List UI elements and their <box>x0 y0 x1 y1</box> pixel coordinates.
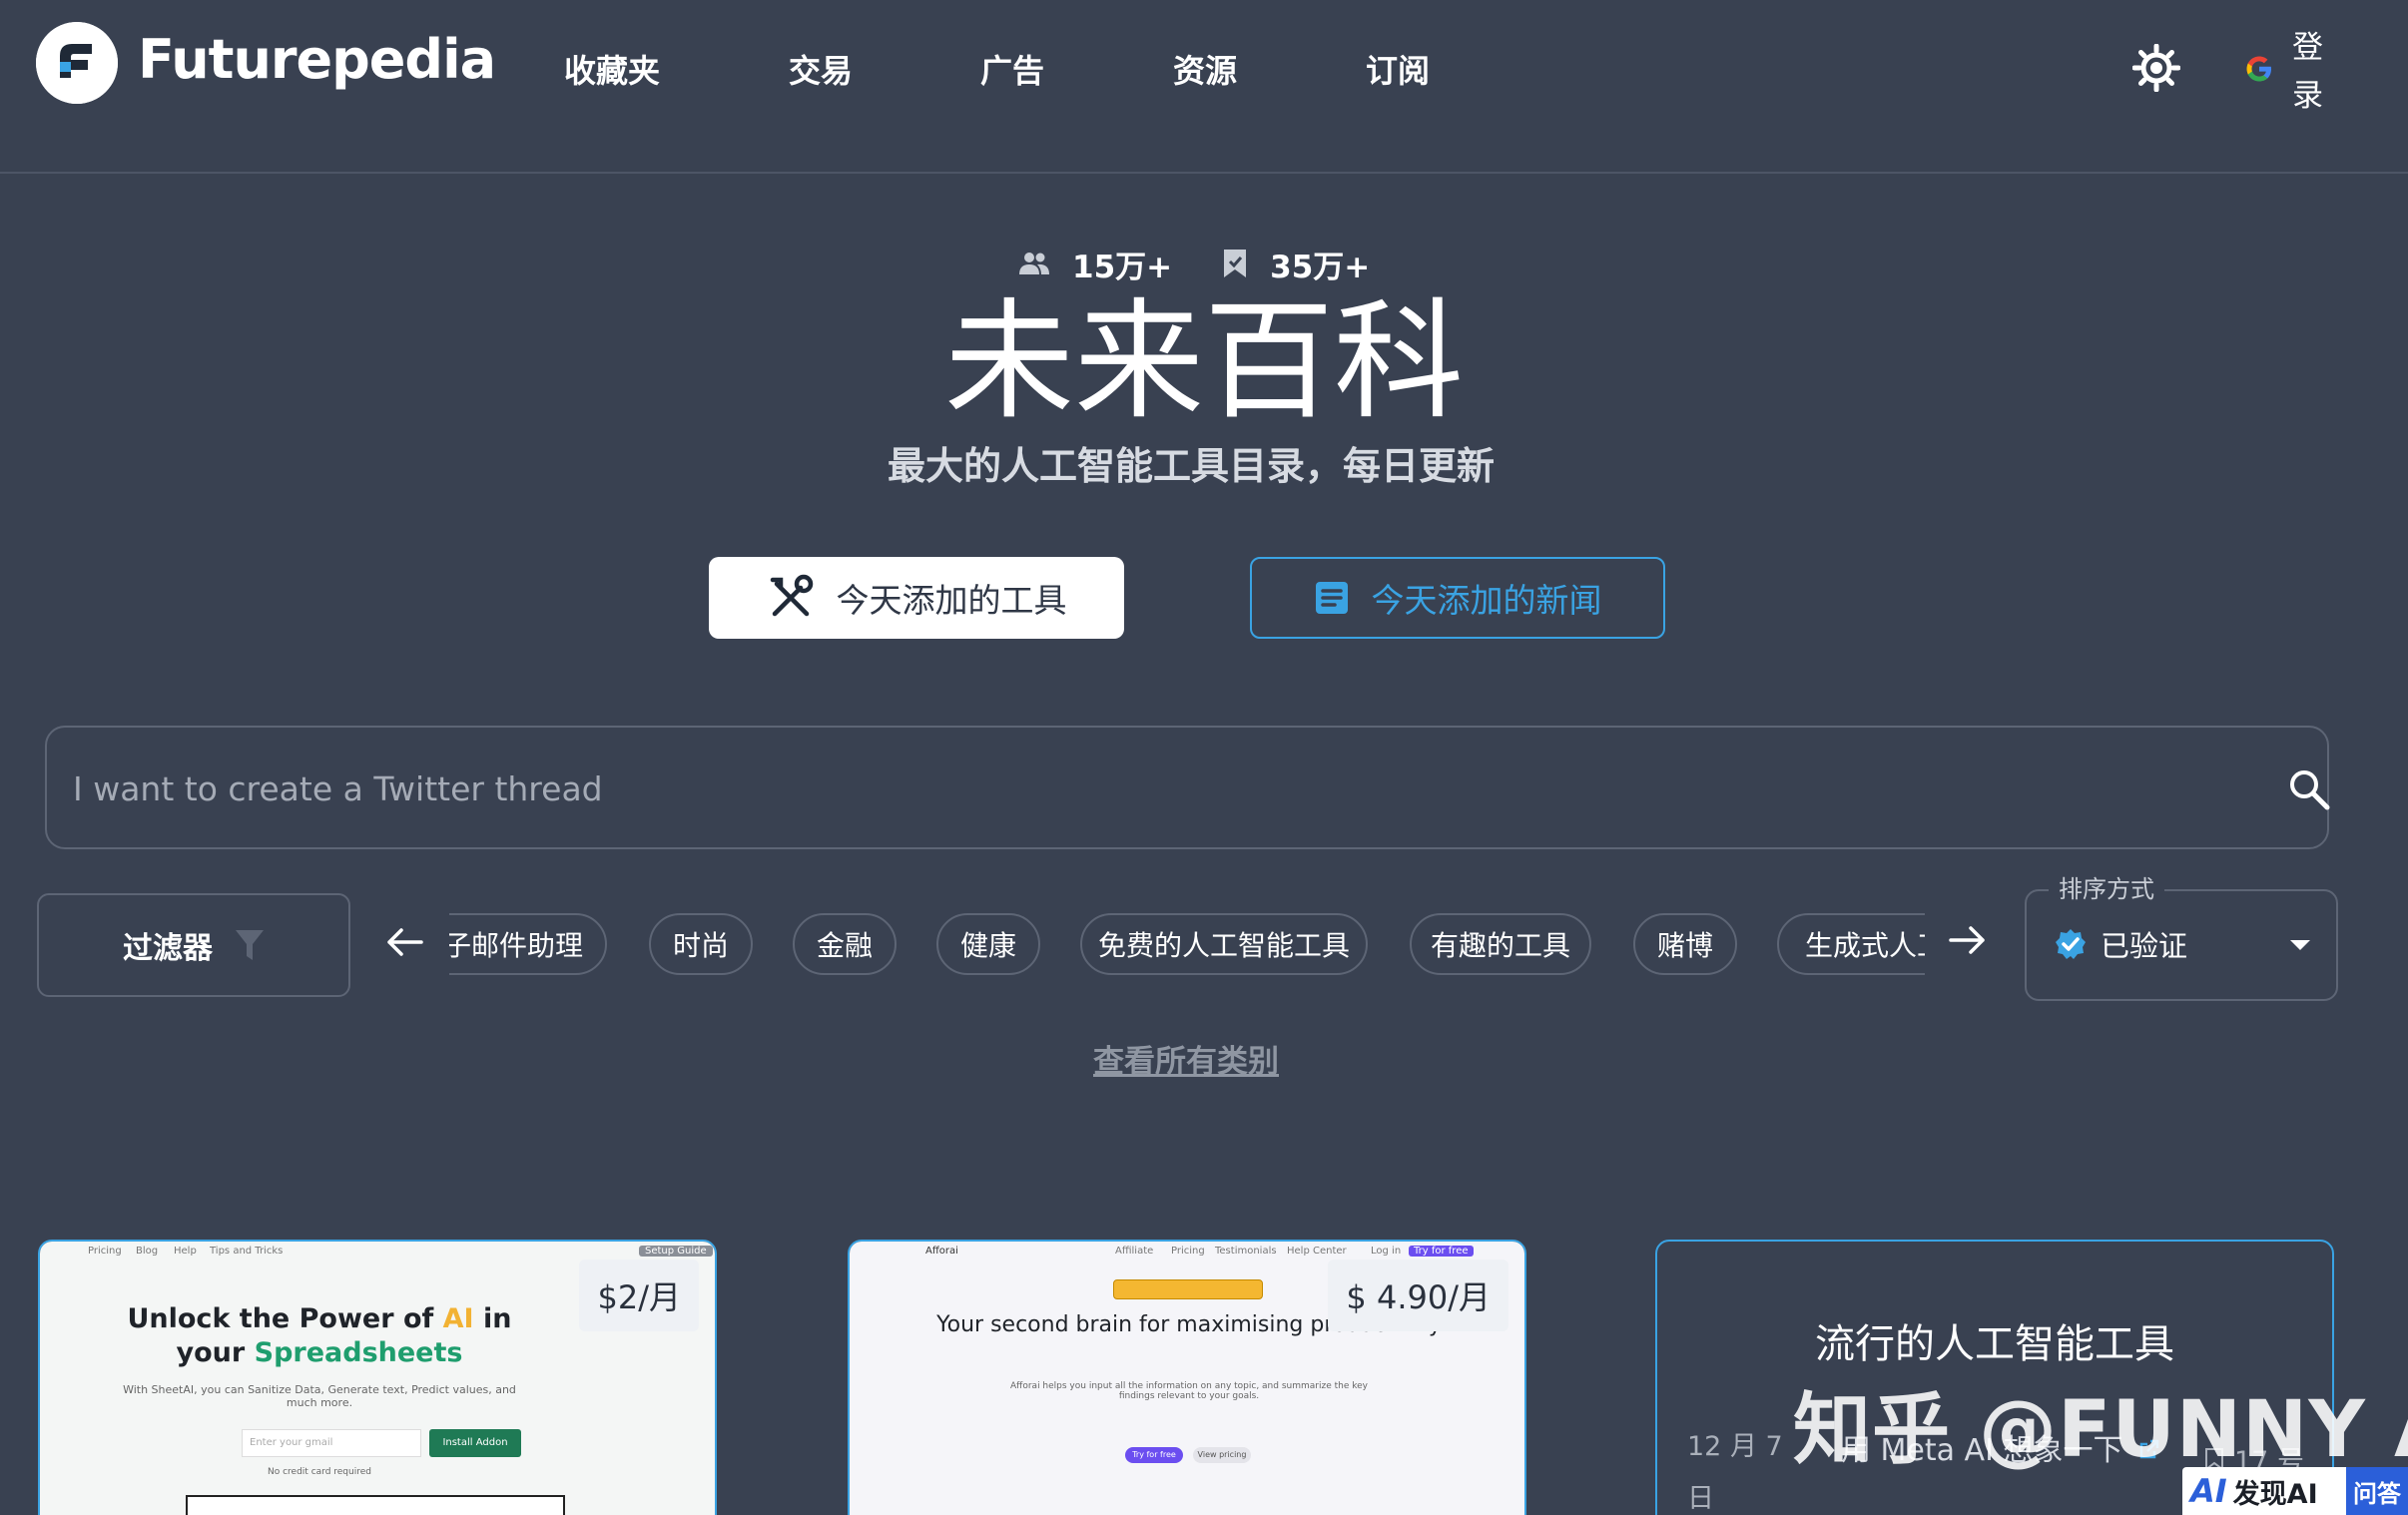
stats-row: 15万+ 35万+ <box>1018 242 1370 285</box>
shot-nav-item: Help Center <box>1287 1246 1347 1257</box>
news-today-button[interactable]: 今天添加的新闻 <box>1250 557 1665 639</box>
sun-icon[interactable] <box>2132 44 2180 92</box>
saves-stat: 35万+ <box>1222 242 1370 286</box>
shot-title-in: in <box>483 1303 512 1334</box>
shot-try: Try for free <box>1409 1246 1474 1257</box>
shot-cta-primary: Try for free <box>1125 1447 1183 1463</box>
shot-title-line-2: your Spreadsheets <box>40 1337 599 1368</box>
shot-nav-item: Affiliate <box>1115 1246 1154 1257</box>
nav-ads[interactable]: 广告 <box>980 46 1044 92</box>
chip-free-ai-tools[interactable]: 免费的人工智能工具 <box>1080 913 1368 975</box>
shot-title-line-1: Unlock the Power of AI in <box>40 1303 599 1334</box>
site-badge: AI 发现AI 问答 <box>2182 1467 2408 1515</box>
users-stat: 15万+ <box>1018 242 1172 286</box>
news-today-label: 今天添加的新闻 <box>1371 581 1602 620</box>
popular-item-date: 12 月 7 日 <box>1687 1431 1783 1514</box>
shot-desc: Afforai helps you input all the informat… <box>1009 1381 1368 1401</box>
search-icon[interactable] <box>2287 767 2331 811</box>
chip-gambling[interactable]: 赌博 <box>1633 913 1737 975</box>
shot-badge: Setup Guide <box>639 1246 713 1257</box>
shot-input: Enter your gmail <box>242 1429 421 1457</box>
tools-today-label: 今天添加的工具 <box>836 581 1067 620</box>
tool-card-sheetai[interactable]: Pricing Blog Help Tips and Tricks Setup … <box>38 1240 717 1515</box>
saves-count: 35万+ <box>1270 249 1371 285</box>
nav-subscribe[interactable]: 订阅 <box>1366 46 1430 92</box>
sort-selected: 已验证 <box>2055 923 2187 965</box>
top-header: Futurepedia 收藏夹 交易 广告 资源 订阅 登录 <box>0 0 2408 174</box>
shot-nav-item: Blog <box>136 1246 159 1257</box>
shot-login: Log in <box>1371 1246 1402 1257</box>
shot-title-your: your <box>176 1337 246 1368</box>
category-chips: 子邮件助理 时尚 金融 健康 免费的人工智能工具 有趣的工具 赌博 生成式人工 <box>449 910 1925 978</box>
shot-desc: With SheetAI, you can Sanitize Data, Gen… <box>123 1383 516 1409</box>
search-input[interactable] <box>73 758 2209 819</box>
chip-health[interactable]: 健康 <box>936 913 1040 975</box>
login-link[interactable]: 登录 <box>2292 24 2332 120</box>
shot-nav-item: Pricing <box>1171 1246 1205 1257</box>
shot-title-text: Unlock the Power of <box>127 1303 434 1334</box>
nav-resources[interactable]: 资源 <box>1173 46 1237 92</box>
filter-button[interactable]: 过滤器 <box>37 893 350 997</box>
zhihu-watermark: 知乎 @FUNNY AI <box>1793 1385 2408 1475</box>
tools-icon <box>770 574 813 617</box>
chip-finance[interactable]: 金融 <box>793 913 897 975</box>
arrow-right-icon[interactable] <box>1943 916 1991 964</box>
logo-text[interactable]: Futurepedia <box>138 28 496 91</box>
sort-select[interactable]: 排序方式 已验证 <box>2025 869 2338 1001</box>
filter-label: 过滤器 <box>123 931 213 966</box>
badge-ai: AI <box>2190 1472 2227 1510</box>
nav-favorites[interactable]: 收藏夹 <box>564 46 660 92</box>
futurepedia-logo-icon[interactable] <box>36 22 118 104</box>
shot-note: No credit card required <box>268 1467 371 1477</box>
shot-button: Install Addon <box>429 1429 521 1457</box>
nav-deals[interactable]: 交易 <box>789 46 853 92</box>
users-icon <box>1019 252 1049 274</box>
article-icon <box>1315 582 1348 614</box>
shot-preview-frame <box>186 1495 565 1515</box>
users-count: 15万+ <box>1072 249 1173 285</box>
page-title: 未来百科 <box>943 285 1464 437</box>
funnel-icon <box>236 930 264 960</box>
verified-icon <box>2056 929 2086 959</box>
arrow-left-icon[interactable] <box>381 918 429 966</box>
view-all-categories-link[interactable]: 查看所有类别 <box>0 1036 2372 1081</box>
sort-value-label: 已验证 <box>2101 929 2188 963</box>
badge-qa: 问答 <box>2346 1467 2408 1515</box>
chevron-down-icon <box>2290 940 2310 950</box>
page-subtitle: 最大的人工智能工具目录，每日更新 <box>887 444 1495 488</box>
shot-nav-item: Testimonials <box>1215 1246 1277 1257</box>
shot-nav-item: Pricing <box>88 1246 122 1257</box>
shot-title-ai: AI <box>442 1303 474 1334</box>
tool-card-afforai[interactable]: Afforai Affiliate Pricing Testimonials H… <box>848 1240 1526 1515</box>
search-box[interactable] <box>45 726 2331 849</box>
shot-nav-item: Tips and Tricks <box>210 1246 284 1257</box>
shot-banner <box>1113 1279 1263 1299</box>
shot-brand: Afforai <box>925 1246 958 1257</box>
chip-fun-tools[interactable]: 有趣的工具 <box>1410 913 1591 975</box>
price-tag: $ 4.90/月 <box>1328 1260 1508 1331</box>
badge-site: 发现AI <box>2232 1478 2318 1510</box>
google-icon[interactable] <box>2244 54 2274 84</box>
chip-email-assistant[interactable]: 子邮件助理 <box>449 913 607 975</box>
bookmark-icon <box>1224 250 1247 277</box>
popular-tools-title: 流行的人工智能工具 <box>1815 1321 2174 1367</box>
price-tag: $2/月 <box>579 1260 699 1331</box>
shot-cta-secondary: View pricing <box>1193 1447 1251 1463</box>
chip-generative-ai[interactable]: 生成式人工 <box>1777 913 1925 975</box>
tools-today-button[interactable]: 今天添加的工具 <box>709 557 1124 639</box>
category-chips-track: 子邮件助理 时尚 金融 健康 免费的人工智能工具 有趣的工具 赌博 生成式人工 <box>449 910 1925 978</box>
shot-nav-item: Help <box>174 1246 197 1257</box>
shot-title-accent: Spreadsheets <box>254 1337 463 1368</box>
chip-fashion[interactable]: 时尚 <box>649 913 753 975</box>
sort-legend: 排序方式 <box>2049 869 2164 904</box>
